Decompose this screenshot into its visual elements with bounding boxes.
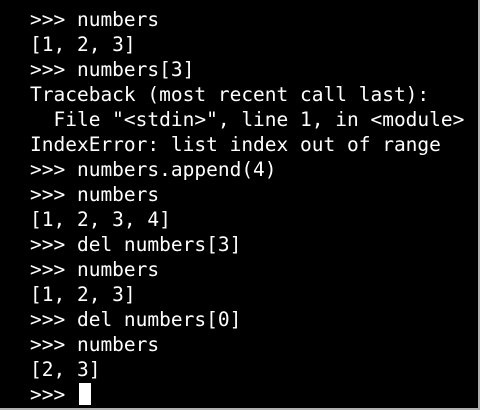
output-line-13: >>> del numbers[0]	[30, 308, 242, 331]
output-line-6: IndexError: list index out of range	[30, 133, 441, 156]
output-line-7: >>> numbers.append(4)	[30, 158, 277, 181]
output-line-10: >>> del numbers[3]	[30, 233, 242, 256]
output-line-15: [2, 3]	[30, 358, 101, 381]
output-line-4: Traceback (most recent call last):	[30, 83, 430, 106]
output-line-12: [1, 2, 3]	[30, 283, 136, 306]
output-line-3: >>> numbers[3]	[30, 58, 195, 81]
prompt: >>>	[30, 383, 77, 406]
output-line-8: >>> numbers	[30, 183, 160, 206]
output-line-2: [1, 2, 3]	[30, 33, 136, 56]
output-line-9: [1, 2, 3, 4]	[30, 208, 171, 231]
output-line-14: >>> numbers	[30, 333, 160, 356]
output-line-11: >>> numbers	[30, 258, 160, 281]
output-line-1: >>> numbers	[30, 8, 160, 31]
terminal-window[interactable]: >>> numbers [1, 2, 3] >>> numbers[3] Tra…	[0, 0, 480, 410]
text-cursor	[78, 383, 91, 405]
output-line-5: File "<stdin>", line 1, in <module>	[30, 108, 465, 131]
input-prompt-line[interactable]: >>>	[30, 382, 480, 407]
